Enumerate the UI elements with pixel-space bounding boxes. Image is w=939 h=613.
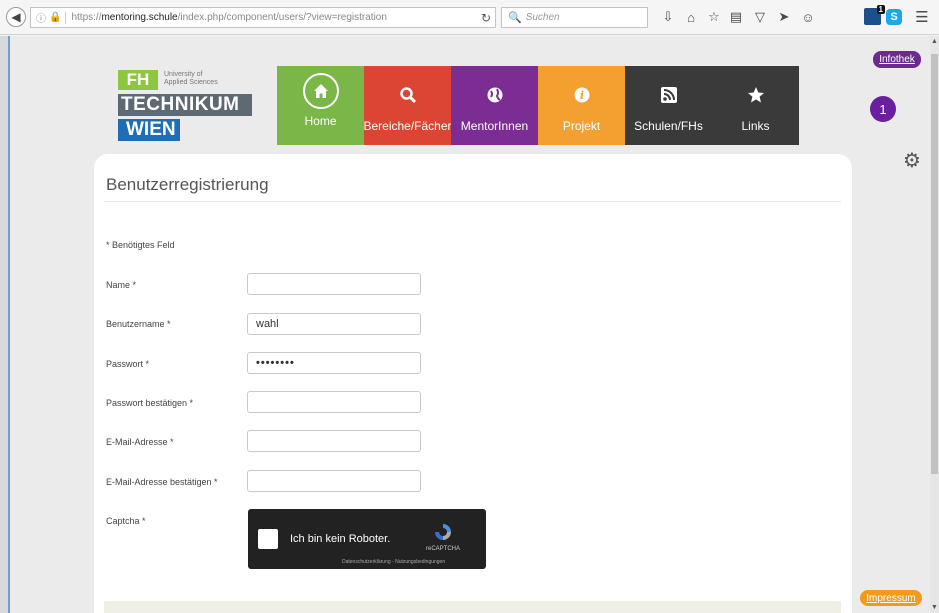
left-edge — [0, 36, 10, 613]
nav-bereiche[interactable]: Bereiche/Fächer — [363, 66, 452, 145]
url-path: /index.php/component/users/?view=registr… — [177, 12, 387, 23]
username-label: Benutzername * — [106, 319, 171, 329]
bookmark-star-icon[interactable]: ☆ — [706, 9, 722, 25]
url-scheme: https:// — [71, 12, 102, 23]
url-separator — [65, 11, 67, 24]
download-icon[interactable]: ⇩ — [660, 9, 676, 25]
extension-icon[interactable]: 1 — [864, 5, 885, 25]
nav-links[interactable]: Links — [712, 66, 799, 145]
bookmarks-library-icon[interactable]: ▤ — [728, 9, 744, 25]
chat-icon[interactable]: ☺ — [800, 9, 816, 25]
nav-label: Home — [304, 114, 337, 128]
name-field[interactable] — [247, 273, 421, 295]
hamburger-menu-icon[interactable]: ☰ — [914, 9, 930, 26]
nav-schulen[interactable]: Schulen/FHs — [625, 66, 712, 145]
password-label: Passwort * — [106, 359, 150, 369]
star-icon — [747, 81, 765, 109]
extension-badge-count: 1 — [876, 5, 885, 14]
impressum-link[interactable]: Impressum — [860, 590, 922, 606]
globe-icon — [486, 81, 504, 109]
rss-icon — [660, 81, 678, 109]
password-confirm-label: Passwort bestätigen * — [106, 398, 194, 408]
home-icon — [302, 73, 339, 109]
nav-label: Bereiche/Fächer — [363, 119, 452, 133]
email-confirm-label: E-Mail-Adresse bestätigen * — [106, 477, 218, 487]
username-field[interactable] — [247, 313, 421, 335]
nav-projekt[interactable]: i Projekt — [538, 66, 625, 145]
info-icon: i — [573, 81, 591, 109]
back-button[interactable]: ◀ — [6, 7, 26, 27]
logo-subtitle: University of Applied Sciences — [164, 71, 218, 86]
info-icon[interactable]: ⓘ — [36, 10, 46, 25]
logo-technikum: TECHNIKUM — [118, 94, 252, 116]
logo-fh: FH — [118, 70, 158, 90]
logo-wien: WIEN — [118, 119, 180, 141]
recaptcha-text: Ich bin kein Roboter. — [290, 533, 391, 545]
required-field-note: * Benötigtes Feld — [106, 240, 175, 250]
scrollbar[interactable]: ▲ ▼ — [930, 36, 939, 613]
send-icon[interactable]: ➤ — [776, 9, 792, 25]
skype-icon[interactable]: S — [886, 9, 902, 25]
email-confirm-field[interactable] — [247, 470, 421, 492]
recaptcha-widget: Ich bin kein Roboter. reCAPTCHA Datensch… — [248, 509, 486, 569]
nav-home[interactable]: Home — [277, 66, 364, 145]
form-footer — [104, 601, 841, 613]
email-field[interactable] — [247, 430, 421, 452]
captcha-label: Captcha * — [106, 516, 146, 526]
search-bar[interactable]: 🔍 Suchen — [501, 7, 648, 28]
scrollbar-thumb[interactable] — [931, 54, 938, 474]
reload-icon[interactable]: ↻ — [481, 11, 491, 25]
nav-label: MentorInnen — [460, 119, 529, 133]
recaptcha-brand: reCAPTCHA — [426, 546, 461, 552]
nav-label: Schulen/FHs — [634, 119, 703, 133]
url-bar[interactable]: ⓘ 🔒 https://mentoring.schule/index.php/c… — [30, 7, 496, 28]
page-title: Benutzerregistrierung — [106, 175, 269, 194]
search-icon — [399, 81, 417, 109]
notification-badge[interactable]: 1 — [870, 96, 896, 122]
name-label: Name * — [106, 280, 137, 290]
main-nav: Home Bereiche/Fächer MentorInnen i Proje… — [277, 66, 799, 145]
lock-icon[interactable]: 🔒 — [49, 12, 61, 23]
title-divider — [104, 201, 841, 202]
gear-icon[interactable]: ⚙ — [903, 148, 921, 173]
recaptcha-terms-link[interactable]: Datenschutzerklärung - Nutzungsbedingung… — [342, 559, 445, 565]
site-logo[interactable]: FH University of Applied Sciences TECHNI… — [118, 70, 258, 144]
scroll-up-icon[interactable]: ▲ — [931, 38, 938, 45]
recaptcha-logo-icon — [434, 523, 452, 541]
password-field[interactable] — [247, 352, 421, 374]
home-icon[interactable]: ⌂ — [683, 9, 699, 25]
back-arrow-icon: ◀ — [11, 10, 21, 24]
email-label: E-Mail-Adresse * — [106, 437, 174, 447]
search-placeholder: Suchen — [525, 12, 560, 23]
password-confirm-field[interactable] — [247, 391, 421, 413]
recaptcha-checkbox[interactable] — [258, 529, 278, 549]
pocket-icon[interactable]: ▽ — [752, 9, 768, 25]
scroll-down-icon[interactable]: ▼ — [931, 604, 938, 611]
svg-text:i: i — [579, 89, 583, 102]
search-icon: 🔍 — [508, 12, 522, 24]
infothek-link[interactable]: Infothek — [873, 51, 921, 68]
url-host: mentoring.schule — [101, 12, 178, 23]
browser-toolbar: ◀ ⓘ 🔒 https://mentoring.schule/index.php… — [0, 0, 939, 35]
nav-mentorinnen[interactable]: MentorInnen — [451, 66, 538, 145]
nav-label: Links — [741, 119, 770, 133]
nav-label: Projekt — [562, 119, 601, 133]
